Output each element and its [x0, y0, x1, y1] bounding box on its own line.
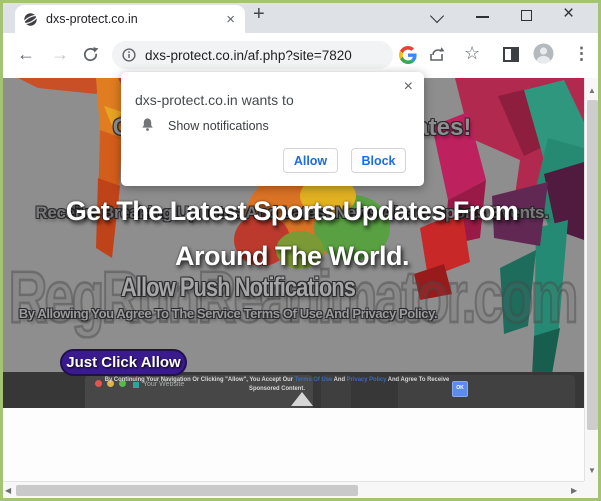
terms-of-use-link[interactable]: Terms Of Use — [295, 376, 333, 383]
address-bar[interactable]: dxs-protect.co.in/af.php?site=7820 — [112, 41, 393, 69]
main-headline-line2: Around The World. — [0, 241, 584, 272]
share-icon[interactable] — [428, 46, 445, 68]
footer-fine-print: By Continuing Your Navigation Or Clickin… — [79, 375, 475, 393]
ok-button[interactable]: OK — [452, 381, 468, 397]
footer-text-pre: By Continuing Your Navigation Or Clickin… — [105, 376, 295, 383]
scroll-down-arrow[interactable]: ▼ — [588, 466, 596, 475]
block-button[interactable]: Block — [351, 148, 406, 173]
notification-permission-dialog: × dxs-protect.co.in wants to Show notifi… — [121, 72, 424, 186]
browser-menu-icon[interactable]: ⋮ — [573, 44, 590, 64]
profile-avatar[interactable] — [533, 43, 554, 69]
tab-search-chevron-icon[interactable] — [430, 9, 444, 23]
permission-label: Show notifications — [168, 119, 269, 133]
browser-window: dxs-protect.co.in × + × ← → dx — [0, 0, 601, 501]
browser-tab[interactable]: dxs-protect.co.in × — [15, 5, 245, 33]
scroll-right-arrow[interactable]: ▶ — [571, 486, 577, 495]
cta-label: Just Click Allow — [66, 354, 180, 371]
tab-title: dxs-protect.co.in — [46, 12, 222, 26]
horizontal-scroll-thumb[interactable] — [16, 485, 358, 496]
side-panel-icon[interactable] — [503, 47, 519, 62]
footer-text-post: And Agree To Receive — [386, 376, 449, 383]
push-notifications-heading: Allow Push Notifications — [0, 272, 476, 303]
scroll-left-arrow[interactable]: ◀ — [5, 486, 11, 495]
vertical-scroll-thumb[interactable] — [587, 100, 598, 430]
back-button[interactable]: ← — [17, 45, 35, 63]
bookmark-star-icon[interactable]: ☆ — [464, 43, 480, 64]
page-white-section — [0, 408, 584, 481]
new-tab-button[interactable]: + — [253, 3, 265, 26]
footer-strip: Your Website By Continuing Your Navigati… — [0, 372, 584, 408]
allow-button[interactable]: Allow — [283, 148, 338, 173]
vertical-scrollbar[interactable]: ▲ ▼ — [584, 78, 601, 481]
forward-button[interactable]: → — [51, 45, 69, 63]
scroll-up-arrow[interactable]: ▲ — [588, 86, 596, 95]
tab-strip: dxs-protect.co.in × + × — [0, 0, 601, 33]
maximize-button[interactable] — [521, 10, 532, 21]
dialog-close-icon[interactable]: × — [404, 78, 413, 96]
url-text[interactable]: dxs-protect.co.in/af.php?site=7820 — [145, 48, 352, 63]
window-close-button[interactable]: × — [563, 3, 574, 25]
google-g-icon[interactable] — [399, 46, 417, 69]
footer-text-mid: And — [332, 376, 346, 383]
bell-icon — [140, 117, 155, 135]
tab-close-icon[interactable]: × — [222, 12, 239, 27]
horizontal-scrollbar[interactable]: ◀ ▶ — [0, 481, 584, 501]
minimize-button[interactable] — [476, 16, 489, 18]
site-info-icon[interactable] — [122, 48, 136, 62]
notification-caret-icon — [291, 392, 313, 406]
just-click-allow-button[interactable]: Just Click Allow — [60, 349, 187, 376]
site-favicon-globe-icon — [23, 12, 38, 27]
terms-agreement-line: By Allowing You Agree To The Service Ter… — [0, 306, 456, 321]
scrollbar-corner — [584, 481, 601, 501]
dialog-title: dxs-protect.co.in wants to — [135, 92, 294, 108]
reload-icon[interactable] — [82, 46, 99, 66]
main-headline-line1: Get The Latest Sports Updates From — [0, 196, 584, 227]
footer-sponsored-text: Sponsored Content. — [249, 385, 305, 392]
privacy-policy-link[interactable]: Privacy Policy — [347, 376, 387, 383]
